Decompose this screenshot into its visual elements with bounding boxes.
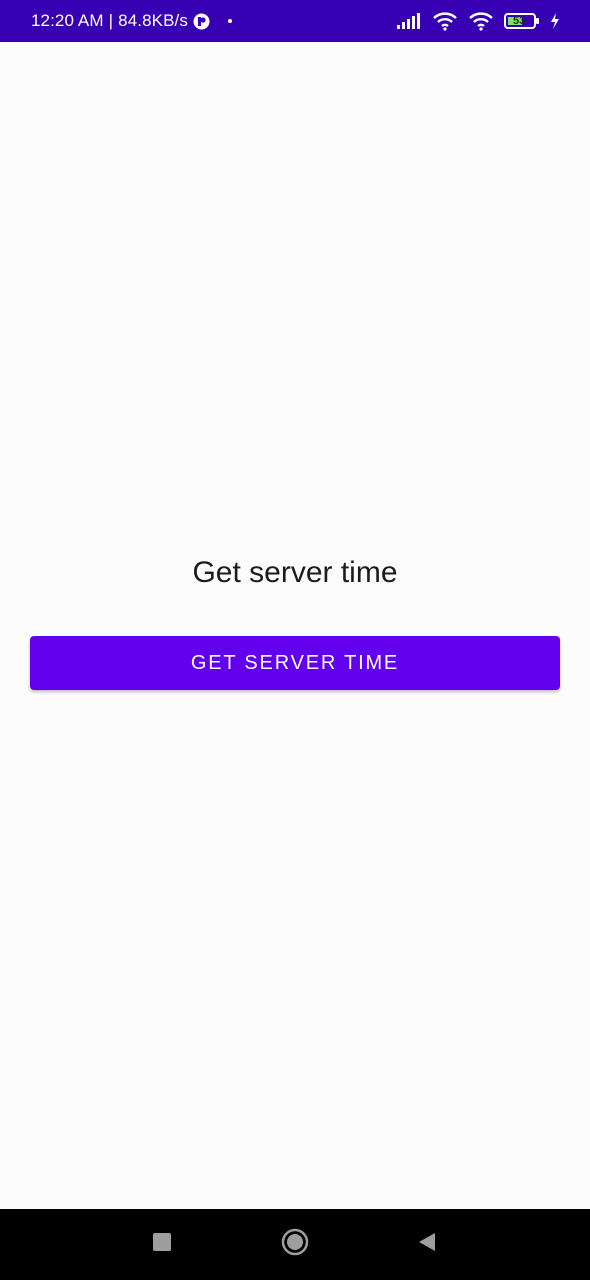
back-icon (416, 1231, 438, 1258)
status-time: 12:20 AM (31, 11, 104, 30)
status-left: 12:20 AM | 84.8KB/s (31, 0, 232, 42)
home-button[interactable] (260, 1209, 330, 1280)
wifi-icon (432, 11, 458, 31)
main-content: Get server time GET SERVER TIME (0, 42, 590, 1209)
recents-icon (152, 1232, 172, 1257)
signal-icon (396, 12, 422, 30)
battery-icon: 53 (504, 12, 540, 30)
charging-icon (550, 12, 560, 30)
home-icon (281, 1228, 309, 1261)
status-separator: | (108, 11, 114, 30)
status-right: 53 (396, 0, 560, 42)
hotspot-icon (468, 11, 494, 31)
status-bar: 12:20 AM | 84.8KB/s 53 (0, 0, 590, 42)
back-button[interactable] (392, 1209, 462, 1280)
get-server-time-button[interactable]: GET SERVER TIME (30, 636, 560, 690)
dot-icon (227, 19, 232, 23)
app-notification-icon (193, 13, 210, 30)
navigation-bar (0, 1209, 590, 1280)
recents-button[interactable] (127, 1209, 197, 1280)
network-speed: 84.8KB/s (118, 11, 188, 30)
battery-level: 53 (513, 15, 526, 27)
server-time-label: Get server time (192, 556, 398, 589)
